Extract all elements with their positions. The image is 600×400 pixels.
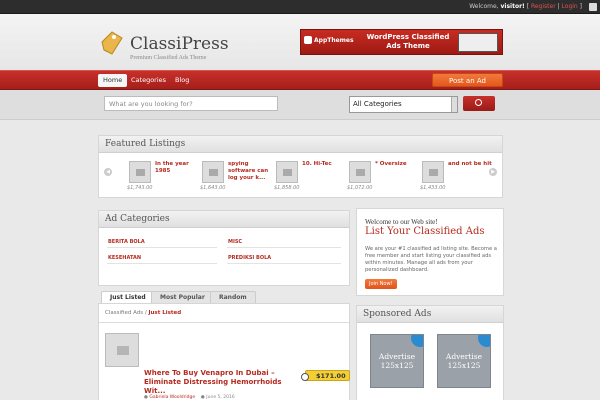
sponsored-ads: Sponsored Ads Advertise 125x125 Advertis… [356, 305, 504, 400]
ad-categories-title: Ad Categories [99, 211, 349, 228]
welcome-heading: Welcome to our Web site! [365, 218, 438, 226]
rss-icon[interactable] [589, 3, 597, 11]
main-nav: Home Categories Blog [0, 70, 600, 90]
appthemes-banner[interactable]: AppThemes WordPress Classified Ads Theme [300, 29, 503, 55]
listing-date: June 5, 2016 [206, 395, 235, 400]
site-logo-subtitle: Premium Classified Ads Theme [130, 55, 207, 61]
top-bar: Welcome, visitor! [ Register | Login ] [0, 0, 600, 14]
separator: ] [579, 3, 582, 10]
divider [107, 263, 217, 264]
listing-panel: Classified Ads / Just Listed Where To Bu… [98, 303, 350, 400]
category-link[interactable]: MISC [228, 239, 242, 245]
clock-icon: ● [200, 395, 205, 400]
banner-brand: AppThemes [314, 37, 354, 44]
listing-thumbnail[interactable] [105, 333, 139, 367]
welcome-box: Welcome to our Web site! List Your Class… [356, 208, 504, 296]
search-input[interactable]: What are you looking for? [104, 96, 278, 111]
featured-item-price: $1,433.00 [420, 185, 446, 191]
advertise-banner[interactable]: Advertise 125x125 [437, 334, 491, 388]
advertise-text: Advertise 125x125 [378, 352, 416, 370]
listing-thumbnail[interactable] [202, 161, 224, 183]
nav-home[interactable]: Home [98, 74, 128, 87]
ad-categories: Ad Categories BERITA BOLA MISC KESEHATAN… [98, 210, 350, 286]
featured-item-price: $1,743.00 [127, 185, 153, 191]
separator: | [557, 3, 560, 10]
listing-thumbnail[interactable] [422, 161, 444, 183]
divider [227, 263, 341, 264]
listing-author[interactable]: Gabriela Wooldridge [149, 395, 195, 400]
listing-thumbnail[interactable] [129, 161, 151, 183]
featured-item-price: $1,643.00 [200, 185, 226, 191]
sponsored-title: Sponsored Ads [357, 306, 503, 323]
category-select[interactable]: All Categories [349, 96, 458, 113]
category-link[interactable]: KESEHATAN [108, 255, 141, 261]
register-link[interactable]: Register [531, 3, 556, 10]
search-button[interactable] [463, 96, 495, 111]
featured-item-title[interactable]: In the year 1985 [155, 161, 201, 175]
divider [107, 247, 217, 248]
welcome-text: We are your #1 classified ad listing sit… [365, 246, 497, 273]
appthemes-icon [304, 36, 312, 44]
category-link[interactable]: BERITA BOLA [108, 239, 145, 245]
listing-thumbnail[interactable] [276, 161, 298, 183]
badge-icon [478, 335, 490, 347]
featured-listings: Featured Listings ◀ ▶ In the year 1985 $… [98, 135, 503, 198]
carousel-prev-icon[interactable]: ◀ [104, 168, 112, 176]
featured-item-price: $1,858.00 [274, 185, 300, 191]
featured-item-title[interactable]: spying software can log your k... [228, 161, 274, 182]
tab-just-listed[interactable]: Just Listed [101, 291, 155, 303]
badge-icon [411, 335, 423, 347]
divider [99, 322, 349, 323]
listing-meta: ● Gabriela Wooldridge ● June 5, 2016 [144, 395, 235, 400]
welcome-text: Welcome, [469, 3, 499, 10]
category-link[interactable]: PREDIKSI BOLA [228, 255, 271, 261]
site-header: ClassiPress Premium Classified Ads Theme… [0, 14, 600, 70]
nav-categories[interactable]: Categories [126, 74, 171, 87]
banner-text: WordPress Classified Ads Theme [366, 33, 450, 50]
banner-screenshot [458, 33, 498, 52]
chevron-down-icon [451, 97, 457, 112]
featured-item[interactable]: and not be hit $1,433.00 [420, 161, 496, 195]
join-now-button[interactable]: Join Now! [365, 279, 397, 289]
featured-item-title[interactable]: * Oversize [375, 161, 421, 168]
featured-item[interactable]: In the year 1985 $1,743.00 [127, 161, 203, 195]
breadcrumb: Classified Ads / Just Listed [105, 310, 181, 316]
breadcrumb-current: Just Listed [148, 310, 182, 316]
advertise-text: Advertise 125x125 [445, 352, 483, 370]
post-ad-button[interactable]: Post an Ad [432, 73, 503, 87]
separator: [ [526, 3, 530, 10]
site-logo-title[interactable]: ClassiPress [130, 34, 229, 54]
featured-item-title[interactable]: and not be hit [448, 161, 494, 168]
welcome-message: Welcome, visitor! [ Register | Login ] [469, 3, 582, 10]
price-tag-logo-icon [101, 31, 123, 55]
tab-most-popular[interactable]: Most Popular [151, 291, 214, 303]
search-bar: What are you looking for? All Categories [0, 90, 600, 120]
listing-thumbnail[interactable] [349, 161, 371, 183]
featured-item-price: $1,072.00 [347, 185, 373, 191]
price-tag: $171.00 [301, 370, 350, 381]
tab-random[interactable]: Random [210, 291, 256, 303]
username: visitor! [500, 3, 525, 10]
user-icon: ● [144, 395, 148, 400]
featured-item-title[interactable]: 10. Hi-Tec [302, 161, 348, 168]
featured-item[interactable]: 10. Hi-Tec $1,858.00 [274, 161, 350, 195]
listing-title[interactable]: Where To Buy Venapro In Dubai – Eliminat… [144, 369, 294, 396]
breadcrumb-separator: / [144, 310, 147, 316]
breadcrumb-root[interactable]: Classified Ads [105, 310, 143, 316]
login-link[interactable]: Login [562, 3, 578, 10]
search-icon [475, 99, 482, 106]
featured-item[interactable]: * Oversize $1,072.00 [347, 161, 423, 195]
category-select-value: All Categories [353, 100, 402, 108]
divider [227, 247, 341, 248]
advertise-banner[interactable]: Advertise 125x125 [370, 334, 424, 388]
featured-item[interactable]: spying software can log your k... $1,643… [200, 161, 276, 195]
welcome-title: List Your Classified Ads [365, 226, 485, 237]
nav-blog[interactable]: Blog [170, 74, 194, 87]
featured-title: Featured Listings [99, 136, 502, 153]
